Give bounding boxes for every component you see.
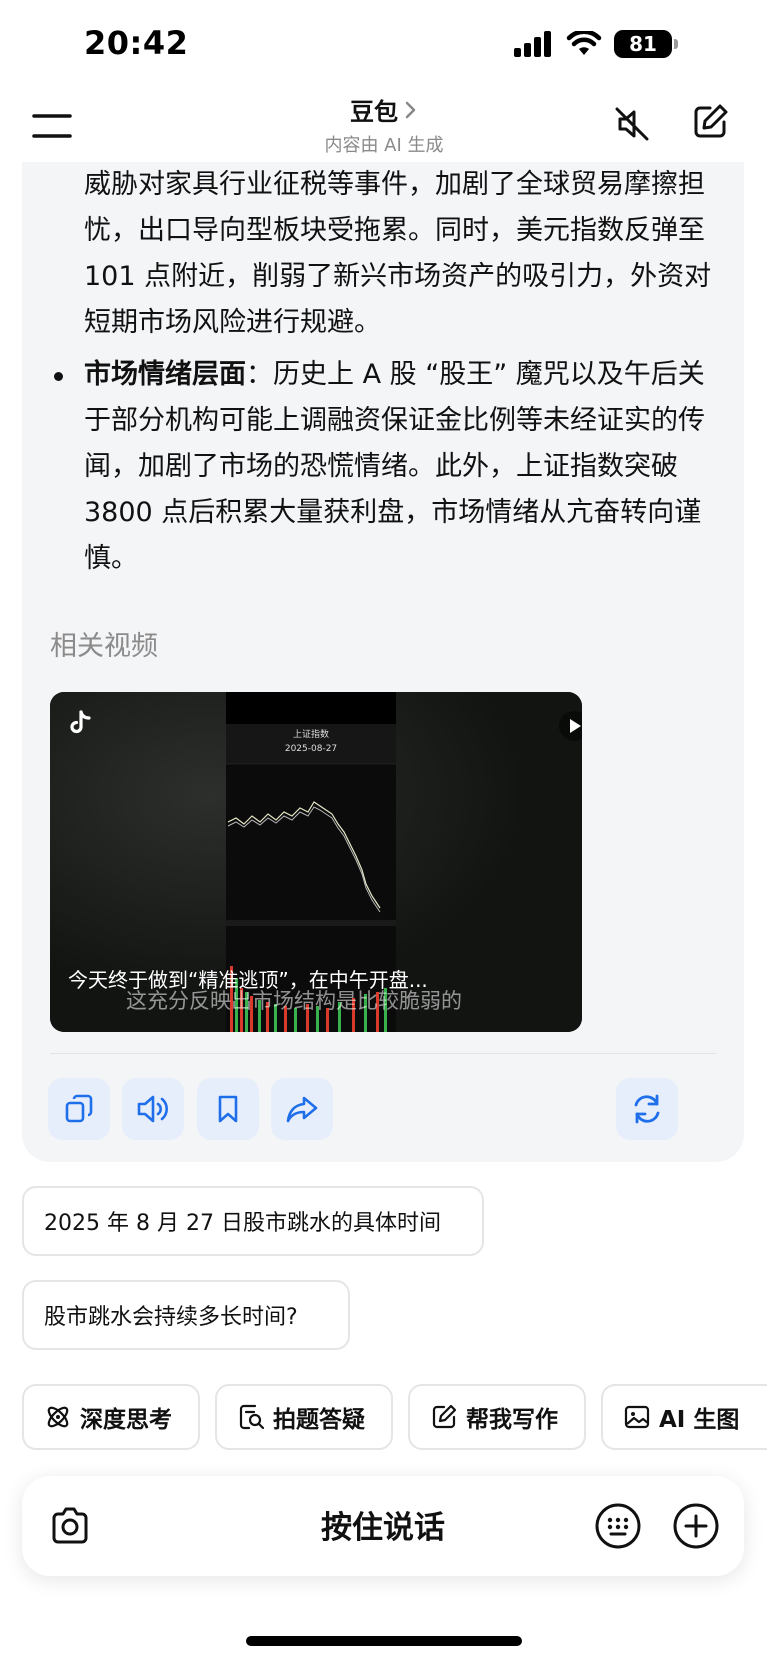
cellular-signal-icon xyxy=(514,31,551,57)
chip-deep-think[interactable]: 深度思考 xyxy=(22,1384,200,1450)
bullet-dot xyxy=(54,372,63,381)
message-paragraph: 威胁对家具行业征税等事件，加剧了全球贸易摩擦担忧，出口导向型板块受拖累。同时，美… xyxy=(84,169,712,338)
status-time: 20:42 xyxy=(84,24,189,62)
plus-icon[interactable] xyxy=(672,1502,720,1550)
assistant-message-card: 威胁对家具行业征税等事件，加剧了全球贸易摩擦担忧，出口导向型板块受拖累。同时，美… xyxy=(22,162,744,1162)
copy-icon xyxy=(65,1094,93,1123)
bookmark-icon xyxy=(218,1095,238,1123)
nav-bar: 豆包 内容由 AI 生成 xyxy=(0,90,768,162)
atom-icon xyxy=(47,1406,69,1428)
new-chat-icon[interactable] xyxy=(690,102,730,142)
play-icon[interactable] xyxy=(558,710,582,742)
chat-title: 豆包 xyxy=(350,98,398,126)
input-bar: 按住说话 xyxy=(22,1476,744,1576)
home-indicator xyxy=(246,1636,522,1646)
bullet-text: ：历史上 A 股 “股王” 魔咒以及午后关于部分机构可能上调融资保证金比例等未经… xyxy=(84,359,705,574)
share-button[interactable] xyxy=(271,1078,333,1140)
bullet-label: 市场情绪层面 xyxy=(84,359,246,390)
speaker-icon xyxy=(137,1095,168,1123)
suggestion-question[interactable]: 股市跳水会持续多长时间? xyxy=(22,1280,350,1350)
nav-center: 豆包 内容由 AI 生成 xyxy=(0,92,768,157)
keyboard-icon[interactable] xyxy=(594,1502,642,1550)
chevron-right-icon xyxy=(405,101,416,118)
refresh-icon xyxy=(634,1094,660,1124)
wifi-icon xyxy=(566,31,602,55)
scan-question-icon xyxy=(239,1404,265,1430)
chip-label: 深度思考 xyxy=(80,1407,172,1433)
chat-title-button[interactable]: 豆包 xyxy=(350,92,418,127)
chip-help-write[interactable]: 帮我写作 xyxy=(408,1384,586,1450)
chip-label: 拍题答疑 xyxy=(273,1407,365,1433)
bookmark-button[interactable] xyxy=(197,1078,259,1140)
message-bullet: 市场情绪层面：历史上 A 股 “股王” 魔咒以及午后关于部分机构可能上调融资保证… xyxy=(84,352,724,582)
related-video-card[interactable]: 上证指数 2025-08-27 这充分反映出市场结构是比较脆弱的 今天终于做到“… xyxy=(50,692,582,1032)
camera-icon[interactable] xyxy=(48,1504,92,1548)
related-videos-label: 相关视频 xyxy=(50,631,158,662)
hold-to-talk-button[interactable]: 按住说话 xyxy=(222,1502,544,1547)
share-icon xyxy=(286,1096,318,1123)
chip-label: AI 生图 xyxy=(659,1407,740,1433)
regenerate-button[interactable] xyxy=(616,1078,678,1140)
suggestion-question[interactable]: 2025 年 8 月 27 日股市跳水的具体时间 xyxy=(22,1186,484,1256)
copy-button[interactable] xyxy=(48,1078,110,1140)
ai-generated-notice: 内容由 AI 生成 xyxy=(324,135,444,156)
pen-edit-icon xyxy=(432,1404,457,1429)
battery-indicator: 81 xyxy=(614,30,678,58)
chip-label: 帮我写作 xyxy=(466,1407,558,1433)
tiktok-logo-icon xyxy=(70,710,91,734)
chip-photo-question[interactable]: 拍题答疑 xyxy=(215,1384,393,1450)
divider xyxy=(50,1053,716,1054)
video-frame-title: 上证指数 xyxy=(292,730,329,740)
status-icons: 81 xyxy=(514,30,678,58)
mute-icon[interactable] xyxy=(612,104,652,144)
video-title: 今天终于做到“精准逃顶”，在中午开盘... xyxy=(68,968,428,992)
status-bar: 20:42 81 xyxy=(0,0,768,90)
read-aloud-button[interactable] xyxy=(122,1078,184,1140)
chip-ai-image[interactable]: AI 生图 xyxy=(601,1384,767,1450)
image-icon xyxy=(624,1405,650,1429)
